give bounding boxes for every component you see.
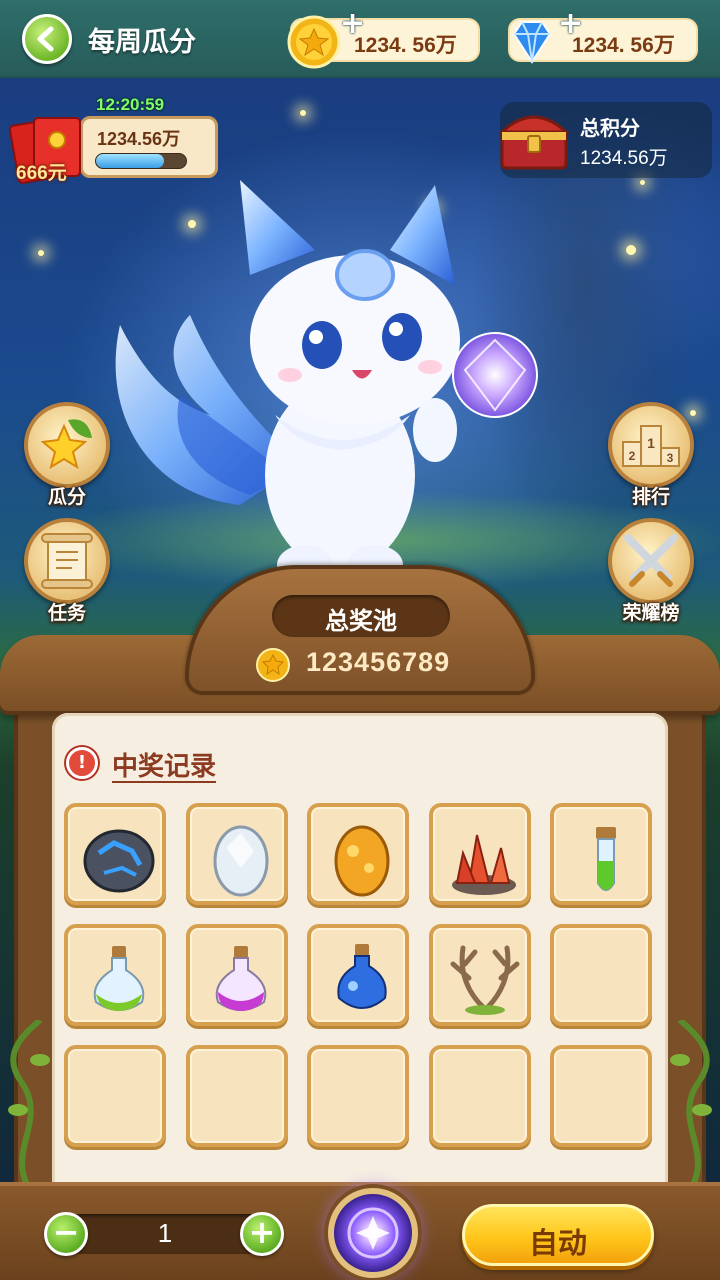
blue-potion-flask-icon: [337, 944, 387, 1009]
gold-coin-icon: [287, 15, 341, 69]
prize-slot[interactable]: [186, 803, 288, 905]
share-button-ring: [24, 402, 110, 488]
gem-value: 1234. 56万: [572, 34, 675, 57]
back-button[interactable]: [22, 14, 72, 64]
envelope-panel[interactable]: 1234.56万: [80, 116, 218, 178]
prize-pool-title: 总奖池: [325, 607, 397, 635]
empty-prize-slot[interactable]: [186, 1045, 288, 1147]
share-button[interactable]: 瓜分: [22, 402, 112, 512]
diamond-icon: [512, 21, 552, 64]
green-potion-tube-icon: [596, 827, 616, 891]
treasure-chest-icon: [498, 115, 570, 170]
prize-slot[interactable]: [429, 924, 531, 1026]
page-title: 每周瓜分: [88, 27, 196, 58]
auto-label: 自动: [528, 1226, 587, 1260]
progress-fill: [96, 154, 164, 168]
svg-text:3: 3: [667, 451, 674, 465]
svg-text:2: 2: [629, 449, 636, 463]
empty-prize-slot[interactable]: [550, 924, 652, 1026]
total-points-label: 总积分: [580, 116, 640, 140]
gem-balance[interactable]: + 1234. 56万: [508, 6, 698, 64]
podium-icon: 1 2 3: [622, 425, 680, 467]
prize-pool-title-plate: 总奖池: [272, 595, 450, 637]
envelope-value: 1234.56万: [97, 129, 181, 149]
ranking-button-ring: 1 2 3: [608, 402, 694, 488]
magic-orb-icon: [347, 1207, 399, 1259]
golden-egg-icon: [334, 825, 390, 897]
coin-balance[interactable]: + 1234. 56万: [287, 6, 480, 69]
envelope-amount: 666元: [16, 163, 67, 184]
prize-slot[interactable]: [64, 924, 166, 1026]
win-records-link[interactable]: 中奖记录: [112, 746, 216, 783]
ranking-button[interactable]: 1 2 3 排行: [606, 402, 696, 512]
antlers-icon: [450, 945, 520, 1015]
total-points-value: 1234.56万: [580, 148, 668, 169]
crystal-fox-mascot: [115, 180, 538, 585]
prize-board: 总奖池 123456789: [0, 565, 720, 1280]
empty-prize-slot[interactable]: [307, 1045, 409, 1147]
firefly: [38, 250, 44, 256]
increase-button[interactable]: +: [240, 1212, 284, 1256]
firefly: [300, 110, 306, 116]
arrow-left-icon: [37, 26, 54, 52]
firefly: [626, 245, 636, 255]
top-bar: 每周瓜分 + 1234. 56万 + 1234. 56万: [0, 0, 720, 78]
alert-icon: !: [66, 747, 98, 779]
silver-egg-icon: [213, 825, 269, 897]
svg-text:1: 1: [647, 435, 655, 451]
prize-slot[interactable]: [307, 803, 409, 905]
auto-button[interactable]: 自动: [462, 1204, 654, 1266]
countdown-timer: 12:20:59: [96, 95, 165, 114]
prize-slot[interactable]: [550, 803, 652, 905]
envelope-progress-bar: [95, 153, 187, 169]
red-crystal-cluster-icon: [452, 834, 516, 895]
firefly: [640, 180, 645, 185]
empty-prize-slot[interactable]: [550, 1045, 652, 1147]
prize-pool-value: 123456789: [306, 647, 451, 677]
green-potion-flask-icon: [93, 946, 145, 1011]
ranking-label: 排行: [631, 486, 670, 508]
dark-crystal-stone-icon: [83, 829, 155, 893]
gold-coin-icon: [256, 648, 290, 682]
prize-slot[interactable]: [429, 803, 531, 905]
decrease-button[interactable]: −: [44, 1212, 88, 1256]
prize-slot[interactable]: [64, 803, 166, 905]
purple-potion-flask-icon: [215, 946, 267, 1011]
star-leaf-icon: [40, 419, 92, 470]
empty-prize-slot[interactable]: [64, 1045, 166, 1147]
prize-slot[interactable]: [186, 924, 288, 1026]
vine-decoration: [8, 1020, 50, 1190]
draw-button[interactable]: [328, 1188, 418, 1278]
share-label: 瓜分: [47, 486, 86, 508]
quantity-value[interactable]: 1: [60, 1218, 270, 1249]
coin-value: 1234. 56万: [354, 34, 457, 57]
prize-slot[interactable]: [307, 924, 409, 1026]
empty-prize-slot[interactable]: [429, 1045, 531, 1147]
vine-decoration: [670, 1020, 712, 1190]
